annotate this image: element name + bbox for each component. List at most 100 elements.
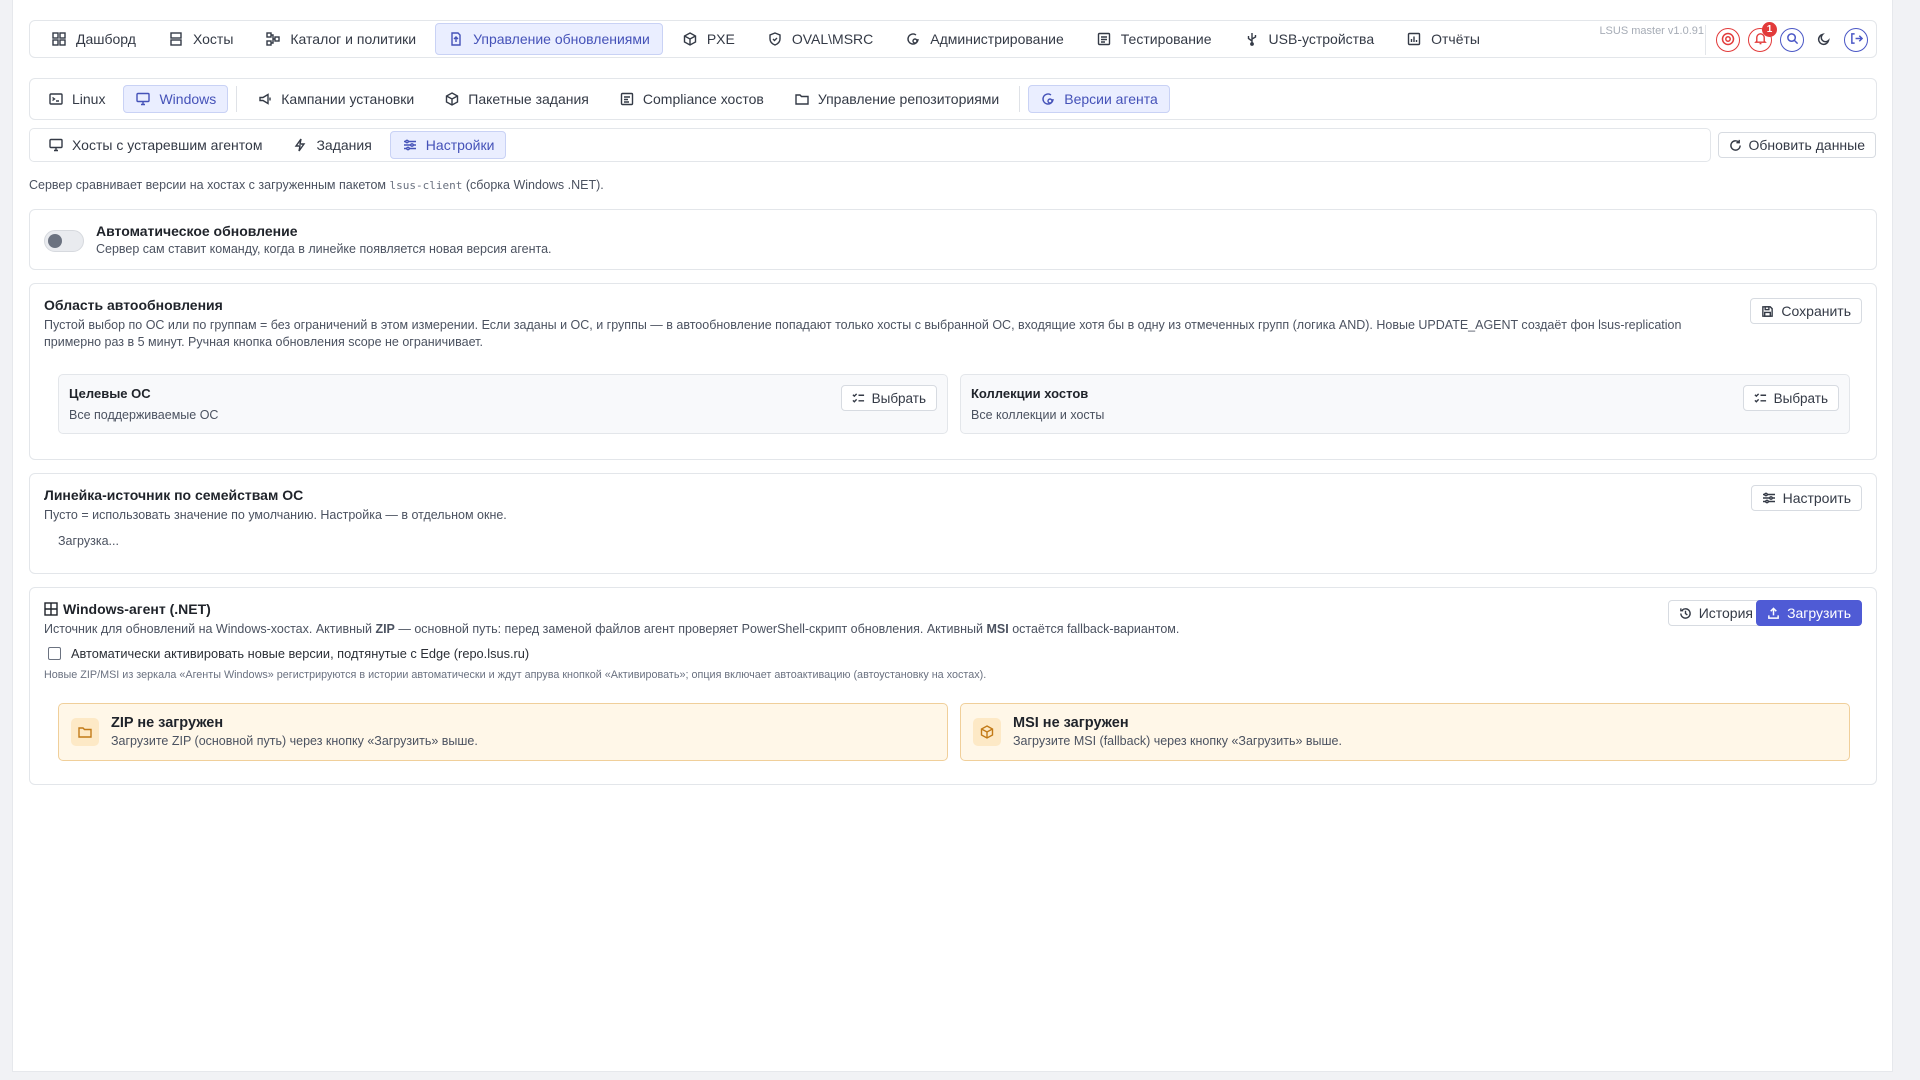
nav-testing-label: Тестирование: [1120, 31, 1212, 47]
desc-text-2: (сборка Windows .NET).: [462, 178, 604, 192]
windows-agent-heading: Windows-агент (.NET): [44, 601, 211, 617]
refresh-data-button[interactable]: Обновить данные: [1718, 132, 1876, 158]
subnav-compliance[interactable]: Compliance хостов: [607, 85, 776, 113]
notifications-badge: 1: [1762, 22, 1777, 37]
admin-icon: [905, 31, 921, 47]
testing-icon: [1096, 31, 1112, 47]
subnav-repositories[interactable]: Управление репозиториями: [782, 85, 1011, 113]
version-compare-description: Сервер сравнивает версии на хостах с заг…: [29, 178, 604, 192]
subnav-repositories-label: Управление репозиториями: [817, 91, 1000, 107]
scope-title: Область автообновления: [44, 297, 223, 313]
tab-jobs[interactable]: Задания: [280, 131, 383, 159]
nav-reports-label: Отчёты: [1431, 31, 1480, 47]
notifications-button[interactable]: 1: [1748, 22, 1777, 52]
app-window: Дашборд Хосты Каталог и политики Управле…: [12, 0, 1893, 1072]
subnav-agent-versions-label: Версии агента: [1064, 91, 1158, 107]
compliance-icon: [619, 91, 635, 107]
tab-settings-label: Настройки: [425, 137, 495, 153]
nav-oval[interactable]: OVAL\MSRC: [754, 23, 886, 55]
os-tab-linux[interactable]: Linux: [36, 85, 117, 113]
subnav-divider-2: [1019, 86, 1021, 112]
nav-catalog[interactable]: Каталог и политики: [252, 23, 429, 55]
folder-icon: [794, 91, 810, 107]
target-os-panel: Целевые ОС Все поддерживаемые ОС Выбрать: [58, 374, 948, 434]
scope-description: Пустой выбор по ОС или по группам = без …: [44, 318, 1682, 349]
select-collections-button[interactable]: Выбрать: [1742, 385, 1839, 411]
target-os-value: Все поддерживаемые ОС: [69, 408, 219, 422]
subnav-campaigns-label: Кампании установки: [281, 91, 415, 107]
tab-jobs-label: Задания: [316, 137, 372, 153]
nav-usb[interactable]: USB-устройства: [1231, 23, 1388, 55]
msi-missing-title: MSI не загружен: [1013, 715, 1129, 731]
save-button[interactable]: Сохранить: [1750, 298, 1862, 324]
nav-pxe[interactable]: PXE: [669, 23, 748, 55]
nav-hosts[interactable]: Хосты: [155, 23, 246, 55]
host-collections-panel: Коллекции хостов Все коллекции и хосты В…: [960, 374, 1850, 434]
nav-pxe-label: PXE: [706, 31, 735, 47]
wa-desc-3: остаётся fallback-вариантом.: [1008, 622, 1180, 636]
select-os-button[interactable]: Выбрать: [840, 385, 937, 411]
auto-update-title: Автоматическое обновление: [96, 223, 298, 239]
history-button[interactable]: История: [1667, 600, 1764, 626]
select-collections-label: Выбрать: [1773, 390, 1828, 406]
subnav-campaigns[interactable]: Кампании установки: [245, 85, 426, 113]
sliders-icon: [402, 137, 418, 153]
header-actions: 1: [1705, 22, 1868, 55]
msi-missing-alert: MSI не загружен Загрузите MSI (fallback)…: [960, 703, 1850, 761]
reports-icon: [1406, 31, 1422, 47]
tab-settings[interactable]: Настройки: [389, 131, 507, 159]
os-tab-windows[interactable]: Windows: [123, 85, 229, 113]
folder-icon: [71, 718, 99, 746]
nav-admin[interactable]: Администрирование: [892, 23, 1077, 55]
desc-text-1: Сервер сравнивает версии на хостах с заг…: [29, 178, 390, 192]
upload-button[interactable]: Загрузить: [1756, 600, 1862, 626]
toggle-knob: [48, 234, 62, 248]
logout-icon: [1850, 32, 1863, 48]
windows-agent-description: Источник для обновлений на Windows-хоста…: [44, 621, 1179, 638]
hosts-icon: [168, 31, 184, 47]
theme-toggle-button[interactable]: [1812, 28, 1836, 52]
checklist-icon: [852, 392, 865, 405]
sliders-icon: [1762, 491, 1776, 505]
monitor-icon: [48, 137, 64, 153]
save-icon: [1761, 305, 1774, 318]
refresh-data-label: Обновить данные: [1748, 137, 1865, 153]
catalog-icon: [265, 31, 281, 47]
windows-icon: [44, 602, 58, 616]
nav-reports[interactable]: Отчёты: [1393, 23, 1493, 55]
search-icon: [1786, 32, 1799, 48]
nav-dashboard[interactable]: Дашборд: [38, 23, 149, 55]
host-collections-title: Коллекции хостов: [971, 386, 1089, 401]
help-button[interactable]: [1716, 28, 1740, 52]
package-icon: [444, 91, 460, 107]
lineage-subtitle: Пусто = использовать значение по умолчан…: [44, 508, 507, 522]
moon-icon: [1817, 32, 1831, 49]
windows-agent-card: Windows-агент (.NET) Источник для обновл…: [29, 587, 1877, 785]
lineage-loading: Загрузка...: [58, 534, 119, 548]
nav-testing[interactable]: Тестирование: [1083, 23, 1225, 55]
history-icon: [1679, 607, 1692, 620]
auto-update-card: Автоматическое обновление Сервер сам ста…: [29, 209, 1877, 270]
source-lineage-card: Линейка-источник по семействам ОС Пусто …: [29, 473, 1877, 574]
nav-updates[interactable]: Управление обновлениями: [435, 23, 663, 55]
auto-activate-checkbox[interactable]: [48, 647, 61, 660]
subnav-agent-versions[interactable]: Версии агента: [1028, 85, 1170, 113]
history-button-label: История: [1698, 605, 1753, 621]
nav-dashboard-label: Дашборд: [76, 31, 136, 47]
search-button[interactable]: [1780, 28, 1804, 52]
subnav-batch-jobs[interactable]: Пакетные задания: [432, 85, 601, 113]
windows-agent-title: Windows-агент (.NET): [63, 601, 211, 617]
configure-button[interactable]: Настроить: [1750, 485, 1862, 511]
checklist-icon: [1754, 392, 1767, 405]
auto-update-toggle[interactable]: [44, 230, 84, 252]
autoupdate-scope-card: Область автообновления Пустой выбор по О…: [29, 283, 1877, 460]
tab-outdated-hosts[interactable]: Хосты с устаревшим агентом: [36, 131, 274, 159]
upload-icon: [1767, 606, 1780, 620]
logout-button[interactable]: [1844, 28, 1868, 52]
tab-outdated-hosts-label: Хосты с устаревшим агентом: [72, 137, 263, 153]
updates-icon: [448, 31, 464, 47]
subnav-divider: [236, 86, 238, 112]
monitor-icon: [135, 91, 151, 107]
app-version: LSUS master v1.0.91: [1599, 25, 1704, 37]
auto-activate-label: Автоматически активировать новые версии,…: [71, 646, 530, 661]
